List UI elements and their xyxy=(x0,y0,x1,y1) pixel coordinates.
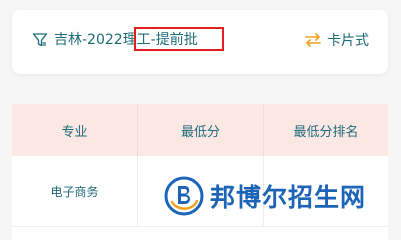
cell-min-rank xyxy=(264,156,388,226)
table-row: 电子商务 xyxy=(12,156,388,227)
table-header: 专业 最低分 最低分排名 xyxy=(12,104,388,156)
cell-major: 电子商务 xyxy=(12,156,138,226)
score-table: 专业 最低分 最低分排名 电子商务 xyxy=(12,104,388,240)
header-min-rank: 最低分排名 xyxy=(293,124,359,140)
header-major: 专业 xyxy=(12,104,138,156)
filter-icon xyxy=(32,33,48,47)
card-view-label: 卡片式 xyxy=(327,33,369,49)
highlight-box xyxy=(134,27,224,51)
filter-card[interactable]: 吉林-2022理工-提前批 卡片式 xyxy=(12,10,388,74)
header-min-score: 最低分 xyxy=(138,104,264,156)
card-view-toggle-button[interactable]: 卡片式 xyxy=(304,31,369,49)
cell-min-score xyxy=(138,156,264,226)
province-year-text: 吉林-2022 xyxy=(54,32,123,48)
swap-arrows-icon xyxy=(305,33,321,47)
